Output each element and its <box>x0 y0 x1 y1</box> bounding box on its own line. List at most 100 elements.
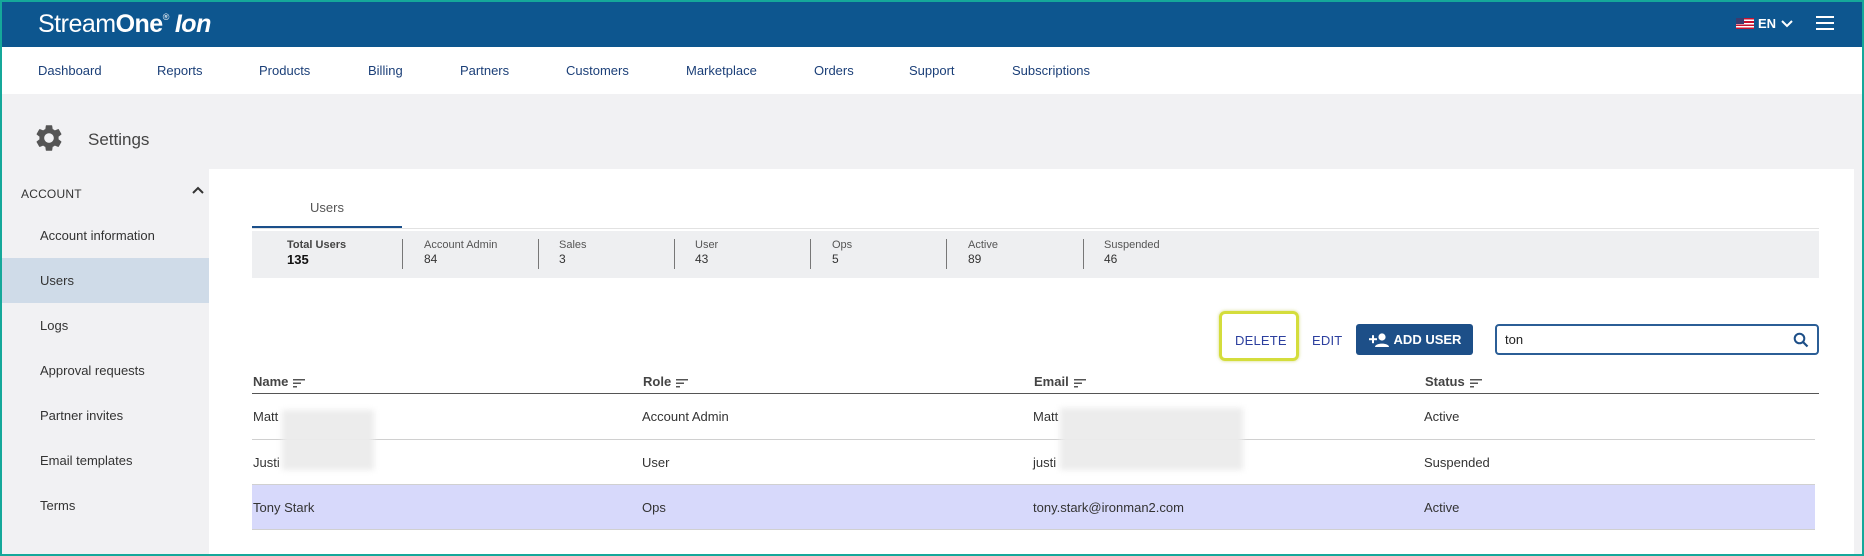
sidebar-item-email-templates[interactable]: Email templates <box>0 438 209 483</box>
nav-reports[interactable]: Reports <box>157 63 203 78</box>
top-app-bar: StreamOne® Ion EN <box>0 0 1864 47</box>
stat-account-admin: Account Admin 84 <box>424 239 497 266</box>
stat-divider <box>538 239 539 269</box>
nav-customers[interactable]: Customers <box>566 63 629 78</box>
us-flag-icon <box>1736 18 1754 29</box>
settings-sidebar: ACCOUNT Account information Users Logs A… <box>0 169 209 556</box>
sort-icon[interactable] <box>1469 379 1482 388</box>
column-header-label: Role <box>643 374 672 389</box>
stat-value: 89 <box>968 252 982 266</box>
column-header-status[interactable]: Status <box>1425 374 1482 389</box>
stat-divider <box>1083 239 1084 269</box>
chevron-down-icon <box>1781 19 1793 27</box>
nav-marketplace[interactable]: Marketplace <box>686 63 757 78</box>
sidebar-item-partner-invites[interactable]: Partner invites <box>0 393 209 438</box>
stat-ops: Ops 5 <box>832 239 852 266</box>
logo-text-stream: Stream <box>38 10 116 38</box>
stat-value: 135 <box>287 252 309 267</box>
stat-label: Sales <box>559 239 587 251</box>
language-label: EN <box>1758 16 1777 31</box>
stat-user: User 43 <box>695 239 718 266</box>
cell-email: justi <box>1033 455 1057 470</box>
stat-active: Active 89 <box>968 239 998 266</box>
cell-name: Tony Stark <box>253 500 315 515</box>
language-selector[interactable]: EN <box>1736 16 1793 31</box>
search-input[interactable] <box>1505 332 1775 347</box>
page-title: Settings <box>88 130 150 149</box>
cell-role: User <box>642 455 670 470</box>
table-row[interactable]: Justi User justi Suspended <box>252 440 1815 485</box>
stat-divider <box>946 239 947 269</box>
main-navigation: Dashboard Reports Products Billing Partn… <box>0 47 1864 94</box>
nav-billing[interactable]: Billing <box>368 63 403 78</box>
column-header-email[interactable]: Email <box>1034 374 1086 389</box>
column-header-role[interactable]: Role <box>643 374 689 389</box>
cell-role: Account Admin <box>642 409 729 424</box>
stat-label: Account Admin <box>424 239 498 251</box>
sidebar-item-approval-requests[interactable]: Approval requests <box>0 348 209 393</box>
stat-sales: Sales 3 <box>559 239 587 266</box>
nav-support[interactable]: Support <box>909 63 955 78</box>
stat-label: Suspended <box>1104 239 1160 251</box>
delete-button[interactable]: DELETE <box>1235 333 1287 348</box>
nav-subscriptions[interactable]: Subscriptions <box>1012 63 1090 78</box>
row-divider <box>252 529 1815 530</box>
logo-text-one: One <box>115 10 164 38</box>
logo-text-ion: Ion <box>174 10 212 38</box>
stat-label: Total Users <box>287 239 347 251</box>
cell-status: Suspended <box>1424 455 1490 470</box>
column-header-label: Name <box>253 374 289 389</box>
tab-users[interactable]: Users <box>252 200 402 215</box>
stat-divider <box>674 239 675 269</box>
add-user-button[interactable]: ADD USER <box>1356 324 1473 355</box>
search-icon[interactable] <box>1793 332 1809 348</box>
sidebar-item-users[interactable]: Users <box>0 258 209 303</box>
table-row[interactable]: Matt Account Admin Matt Active <box>252 394 1815 439</box>
nav-dashboard[interactable]: Dashboard <box>38 63 102 78</box>
nav-partners[interactable]: Partners <box>460 63 509 78</box>
cell-status: Active <box>1424 409 1460 424</box>
sidebar-item-account-information[interactable]: Account information <box>0 213 209 258</box>
cell-email: tony.stark@ironman2.com <box>1033 500 1184 515</box>
streamone-ion-logo[interactable]: StreamOne® Ion <box>38 10 211 39</box>
stat-value: 46 <box>1104 252 1118 266</box>
tab-divider <box>252 228 1819 229</box>
nav-products[interactable]: Products <box>259 63 310 78</box>
redacted-name <box>282 410 374 470</box>
sidebar-item-terms[interactable]: Terms <box>0 483 209 528</box>
edit-button[interactable]: EDIT <box>1312 333 1342 348</box>
column-header-name[interactable]: Name <box>253 374 306 389</box>
redacted-email <box>1060 408 1243 470</box>
table-row-selected[interactable]: Tony Stark Ops tony.stark@ironman2.com A… <box>252 485 1815 530</box>
stat-label: Ops <box>832 239 853 251</box>
sort-icon[interactable] <box>293 379 306 388</box>
active-tab-indicator <box>252 226 402 228</box>
sort-icon[interactable] <box>1073 379 1086 388</box>
stat-label: User <box>695 239 719 251</box>
sidebar-item-logs[interactable]: Logs <box>0 303 209 348</box>
cell-email: Matt <box>1033 409 1059 424</box>
cell-role: Ops <box>642 500 666 515</box>
search-field[interactable] <box>1495 324 1819 355</box>
stat-divider <box>402 239 403 269</box>
stat-suspended: Suspended 46 <box>1104 239 1160 266</box>
gear-icon <box>36 125 62 151</box>
stat-value: 3 <box>559 252 566 266</box>
column-header-label: Status <box>1425 374 1465 389</box>
cell-name: Justi <box>253 455 280 470</box>
chevron-up-icon[interactable] <box>192 186 204 194</box>
column-header-label: Email <box>1034 374 1069 389</box>
add-user-label: ADD USER <box>1393 332 1462 347</box>
sort-icon[interactable] <box>676 379 689 388</box>
stat-divider <box>810 239 811 269</box>
stat-value: 43 <box>695 252 709 266</box>
add-person-icon <box>1368 332 1389 347</box>
stat-value: 5 <box>832 252 839 266</box>
panel-gutter <box>1854 169 1864 556</box>
hamburger-menu-icon[interactable] <box>1816 16 1834 30</box>
stat-label: Active <box>968 239 998 251</box>
stat-value: 84 <box>424 252 438 266</box>
nav-orders[interactable]: Orders <box>814 63 854 78</box>
sidebar-section-account[interactable]: ACCOUNT <box>21 187 82 201</box>
user-stats-bar: Total Users 135 Account Admin 84 Sales 3… <box>252 231 1819 278</box>
